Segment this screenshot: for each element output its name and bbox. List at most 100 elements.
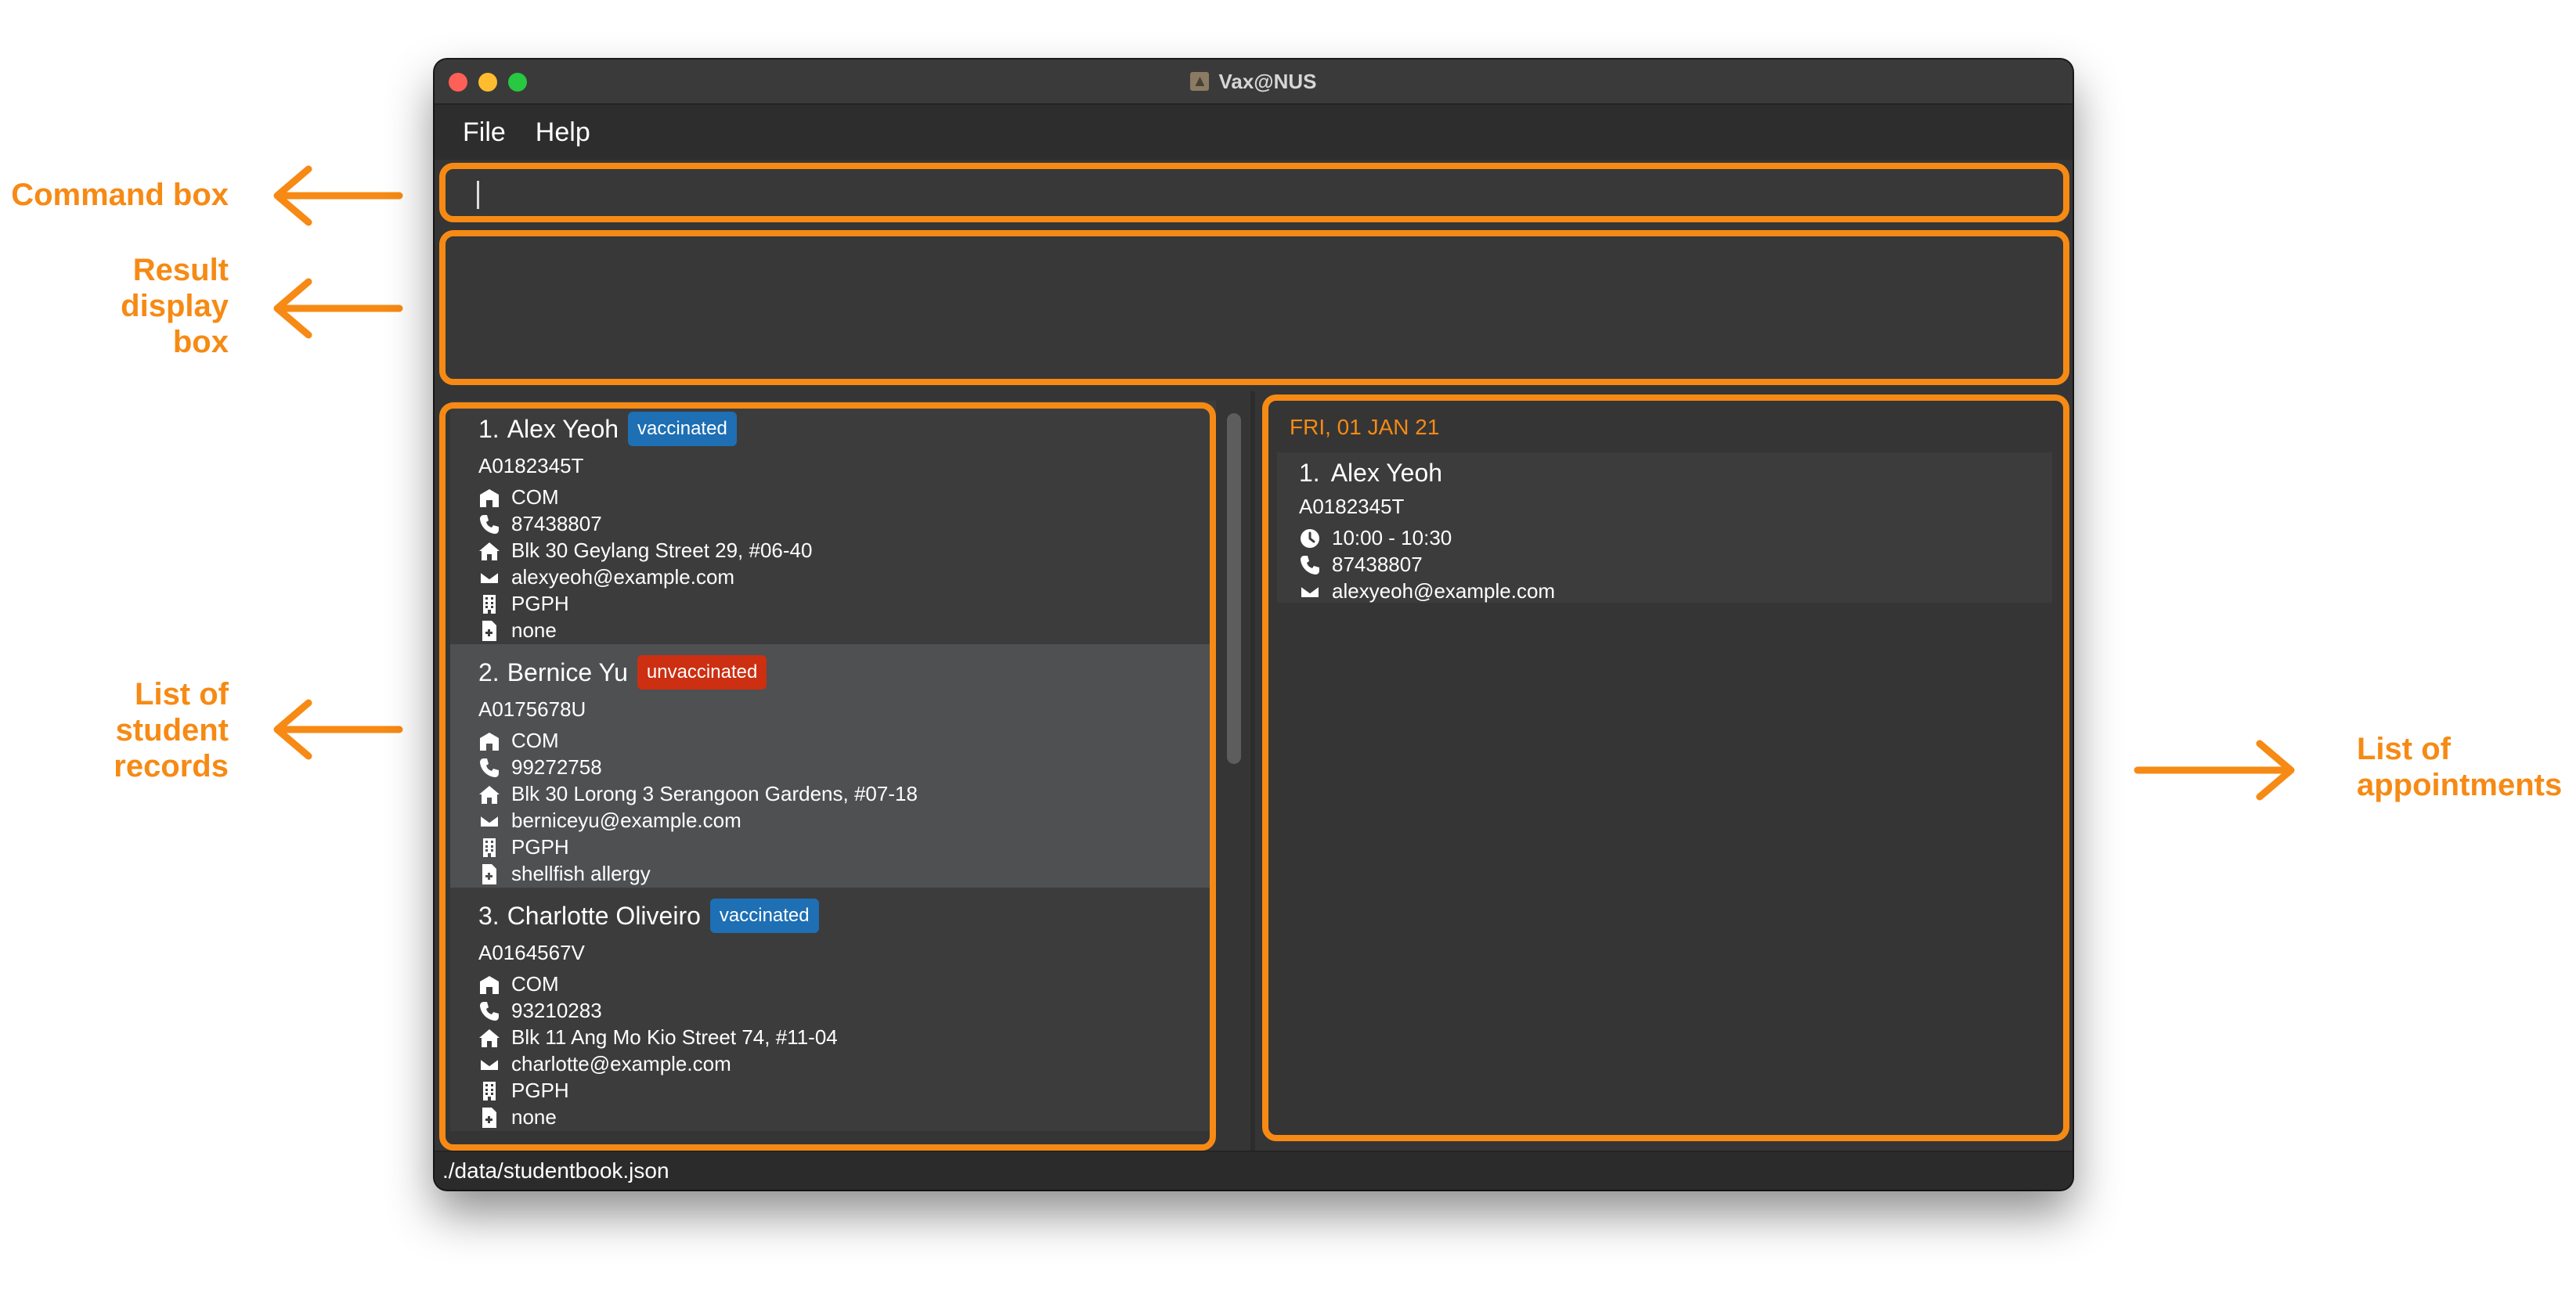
email-text: charlotte@example.com xyxy=(511,1052,731,1075)
medical-text: none xyxy=(511,618,557,642)
annotation-line: box xyxy=(172,325,229,359)
student-index: 2. xyxy=(478,657,500,686)
student-matric: A0175678U xyxy=(478,697,586,721)
annotation-result-display: Result display box xyxy=(0,252,229,360)
appointment-header: 1. Alex Yeoh xyxy=(1299,459,1442,488)
annotation-line: appointments xyxy=(2357,768,2563,802)
phone-text: 87438807 xyxy=(1332,553,1423,576)
student-email: charlotte@example.com xyxy=(478,1052,731,1076)
student-card[interactable]: 2. Bernice Yu unvaccinated A0175678U COM… xyxy=(450,644,1216,888)
student-card[interactable]: 3. Charlotte Oliveiro vaccinated A016456… xyxy=(450,888,1216,1131)
menu-bar: File Help xyxy=(435,105,2073,160)
annotation-student-list: List of student records xyxy=(0,676,229,784)
appointment-index: 1. xyxy=(1299,459,1320,487)
faculty-icon xyxy=(480,732,499,751)
phone-icon xyxy=(480,1001,499,1021)
student-email: alexyeoh@example.com xyxy=(478,565,734,589)
student-header: 3. Charlotte Oliveiro vaccinated xyxy=(478,899,819,933)
student-phone: 99272758 xyxy=(478,755,602,780)
residence-text: PGPH xyxy=(511,835,569,859)
building-icon xyxy=(483,838,496,857)
email-text: alexyeoh@example.com xyxy=(1332,579,1556,603)
residence-text: PGPH xyxy=(511,592,569,615)
medical-text: none xyxy=(511,1105,557,1129)
student-address: Blk 30 Geylang Street 29, #06-40 xyxy=(478,539,812,563)
home-icon xyxy=(479,1028,500,1047)
student-header: 1. Alex Yeoh vaccinated xyxy=(478,412,737,446)
command-input[interactable] xyxy=(467,175,2037,215)
student-name: Alex Yeoh xyxy=(507,414,619,443)
time-text: 10:00 - 10:30 xyxy=(1332,526,1452,549)
student-faculty: COM xyxy=(478,972,559,996)
annotation-line: records xyxy=(114,749,229,783)
address-text: Blk 30 Geylang Street 29, #06-40 xyxy=(511,539,813,562)
status-badge: vaccinated xyxy=(628,412,737,446)
annotation-text: Command box xyxy=(11,178,229,212)
phone-text: 87438807 xyxy=(511,512,602,535)
student-phone: 93210283 xyxy=(478,999,602,1023)
student-list[interactable]: 1. Alex Yeoh vaccinated A0182345T COM 87… xyxy=(450,401,1216,1162)
annotation-line: Result xyxy=(132,253,229,287)
student-matric: A0182345T xyxy=(478,454,584,477)
student-faculty: COM xyxy=(478,485,559,510)
faculty-text: COM xyxy=(511,485,559,509)
annotation-command-box: Command box xyxy=(0,177,229,213)
arrow-left-icon xyxy=(273,699,403,760)
status-badge: unvaccinated xyxy=(637,655,767,690)
student-residence: PGPH xyxy=(478,592,569,616)
arrow-left-icon xyxy=(273,165,403,226)
app-window: Vax@NUS File Help 1. Alex Yeoh vaccinate… xyxy=(435,59,2073,1190)
student-residence: PGPH xyxy=(478,835,569,859)
residence-text: PGPH xyxy=(511,1079,569,1102)
status-badge: vaccinated xyxy=(709,899,819,933)
student-header: 2. Bernice Yu unvaccinated xyxy=(478,655,767,690)
student-faculty: COM xyxy=(478,729,559,753)
appointment-list[interactable]: FRI, 01 JAN 21 1. Alex Yeoh A0182345T 10… xyxy=(1265,391,2063,1163)
building-icon xyxy=(483,594,496,614)
student-index: 1. xyxy=(478,414,500,443)
address-text: Blk 11 Ang Mo Kio Street 74, #11-04 xyxy=(511,1025,838,1049)
student-list-scrollbar[interactable] xyxy=(1222,404,1244,1163)
appointment-matric: A0182345T xyxy=(1299,495,1405,518)
student-residence: PGPH xyxy=(478,1079,569,1103)
menu-file[interactable]: File xyxy=(463,117,521,148)
home-icon xyxy=(479,542,500,560)
email-icon xyxy=(479,1057,500,1072)
annotation-line: display xyxy=(121,289,229,323)
window-title: Vax@NUS xyxy=(1218,69,1317,93)
student-address: Blk 11 Ang Mo Kio Street 74, #11-04 xyxy=(478,1025,838,1050)
student-matric: A0164567V xyxy=(478,941,585,964)
app-icon xyxy=(1190,72,1210,91)
student-medical: shellfish allergy xyxy=(478,862,651,886)
address-text: Blk 30 Lorong 3 Serangoon Gardens, #07-1… xyxy=(511,782,918,805)
split-pane-divider[interactable] xyxy=(1250,391,1255,1166)
status-bar: ./data/studentbook.json xyxy=(435,1151,2073,1190)
appointment-card[interactable]: 1. Alex Yeoh A0182345T 10:00 - 10:30 874… xyxy=(1277,452,2052,603)
faculty-icon xyxy=(480,488,499,507)
arrow-left-icon xyxy=(273,278,403,339)
phone-text: 99272758 xyxy=(511,755,602,779)
appointment-name: Alex Yeoh xyxy=(1330,459,1443,487)
student-phone: 87438807 xyxy=(478,512,602,536)
email-icon xyxy=(479,813,500,828)
building-icon xyxy=(483,1081,496,1100)
faculty-icon xyxy=(480,975,499,994)
arrow-right-icon xyxy=(2134,740,2295,801)
student-name: Bernice Yu xyxy=(507,657,628,686)
email-text: berniceyu@example.com xyxy=(511,809,741,832)
text-caret xyxy=(477,181,479,209)
annotation-line: List of xyxy=(135,677,229,711)
appointment-email: alexyeoh@example.com xyxy=(1299,579,1555,603)
annotation-line: student xyxy=(115,713,229,747)
annotation-appointment-list: List of appointments xyxy=(2357,731,2576,803)
phone-icon xyxy=(480,514,499,534)
student-name: Charlotte Oliveiro xyxy=(507,901,701,930)
student-medical: none xyxy=(478,1105,557,1129)
annotation-line: List of xyxy=(2357,732,2451,766)
menu-help[interactable]: Help xyxy=(536,117,606,148)
command-box[interactable] xyxy=(444,165,2063,223)
student-address: Blk 30 Lorong 3 Serangoon Gardens, #07-1… xyxy=(478,782,918,806)
student-card[interactable]: 1. Alex Yeoh vaccinated A0182345T COM 87… xyxy=(450,401,1216,644)
scrollbar-thumb[interactable] xyxy=(1227,413,1241,764)
medical-text: shellfish allergy xyxy=(511,862,651,885)
